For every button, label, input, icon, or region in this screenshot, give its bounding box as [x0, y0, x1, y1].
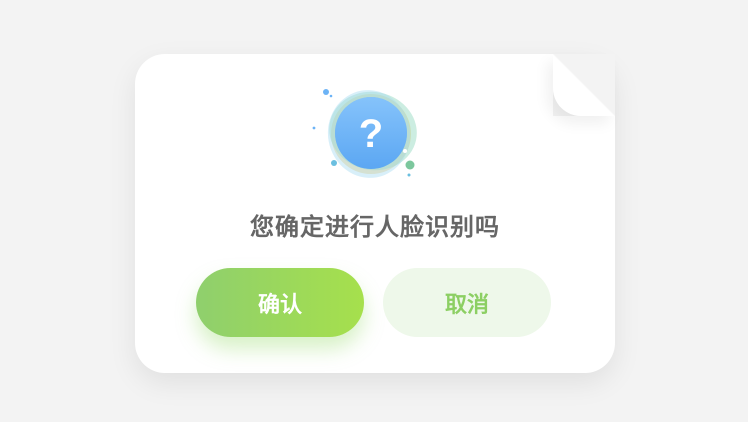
dialog-message: 您确定进行人脸识别吗 [250, 213, 500, 241]
question-mark-glyph: ? [359, 112, 383, 156]
question-icon: ? [308, 84, 434, 184]
folded-corner [553, 54, 615, 116]
stage: ? 您确定进行人脸识别吗 确认 取消 [0, 0, 748, 422]
confirm-button[interactable]: 确认 [196, 268, 364, 337]
cancel-button[interactable]: 取消 [383, 268, 551, 337]
